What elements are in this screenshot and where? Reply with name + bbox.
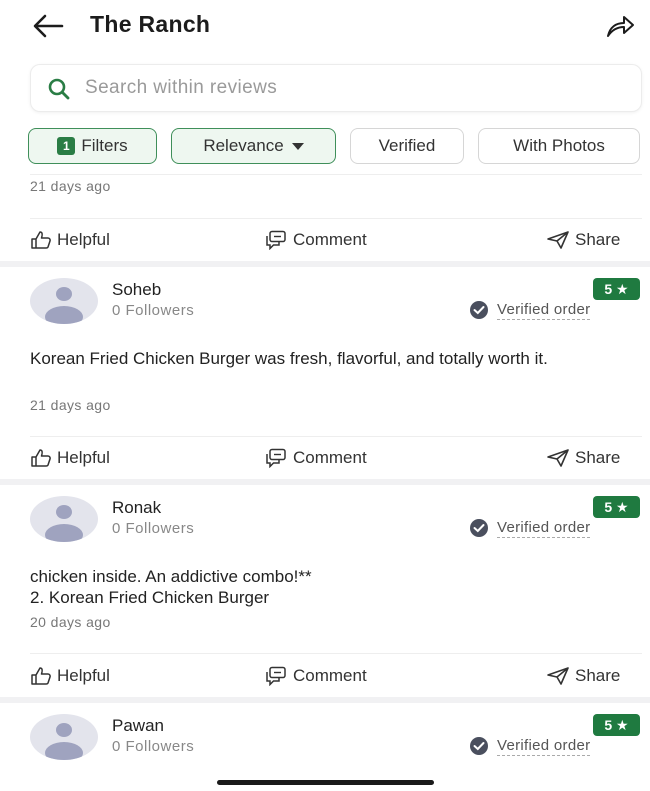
review-time: 21 days ago xyxy=(30,178,111,194)
verified-chip-label: Verified xyxy=(378,136,436,155)
avatar[interactable] xyxy=(30,496,98,542)
reviewer-name[interactable]: Ronak xyxy=(112,498,161,518)
comment-label: Comment xyxy=(293,448,367,467)
page-title: The Ranch xyxy=(90,11,211,37)
arrow-left-icon[interactable] xyxy=(30,12,66,40)
search-bar[interactable] xyxy=(30,64,642,112)
comment-icon xyxy=(266,666,286,686)
avatar[interactable] xyxy=(30,278,98,324)
verified-order-label[interactable]: Verified order xyxy=(469,735,591,757)
review-text: Korean Fried Chicken Burger was fresh, f… xyxy=(30,349,548,368)
follower-count: 0 Followers xyxy=(112,520,195,537)
filters-chip-label: Filters xyxy=(81,136,128,155)
divider xyxy=(30,436,642,437)
comment-icon xyxy=(266,230,286,250)
helpful-button[interactable]: Helpful xyxy=(30,443,110,473)
thumbs-up-icon xyxy=(31,449,51,467)
comment-label: Comment xyxy=(293,666,367,685)
reviewer-name[interactable]: Pawan xyxy=(112,716,164,736)
filters-chip[interactable]: 1 Filters xyxy=(28,128,157,164)
share-forward-icon[interactable] xyxy=(604,10,636,42)
comment-button[interactable]: Comment xyxy=(264,225,367,255)
top-app-bar: The Ranch xyxy=(0,0,650,52)
verified-check-icon xyxy=(470,519,488,537)
section-divider xyxy=(0,261,650,267)
review-actions: Helpful Comment Share xyxy=(0,225,650,255)
reviewer-name[interactable]: Soheb xyxy=(112,280,161,300)
paper-plane-icon xyxy=(547,667,569,685)
comment-button[interactable]: Comment xyxy=(264,661,367,691)
divider xyxy=(30,218,642,219)
share-button[interactable]: Share xyxy=(546,661,620,691)
share-button[interactable]: Share xyxy=(546,443,620,473)
comment-label: Comment xyxy=(293,230,367,249)
divider xyxy=(30,174,642,175)
verified-order-label[interactable]: Verified order xyxy=(469,517,591,539)
review-text-line: chicken inside. An addictive combo!** xyxy=(30,567,312,586)
share-label: Share xyxy=(575,666,621,685)
paper-plane-icon xyxy=(547,449,569,467)
rating-badge: 5 ★ xyxy=(593,714,640,736)
review-text-line: 2. Korean Fried Chicken Burger xyxy=(30,588,270,607)
helpful-label: Helpful xyxy=(57,666,110,685)
search-icon xyxy=(48,78,70,100)
filters-count-badge: 1 xyxy=(57,137,76,155)
home-indicator[interactable] xyxy=(217,780,434,785)
search-input[interactable] xyxy=(85,65,625,111)
review-actions: Helpful Comment Share xyxy=(0,661,650,691)
review-text: chicken inside. An addictive combo!** 2.… xyxy=(30,566,642,608)
divider xyxy=(30,653,642,654)
thumbs-up-icon xyxy=(31,667,51,685)
helpful-button[interactable]: Helpful xyxy=(30,661,110,691)
helpful-button[interactable]: Helpful xyxy=(30,225,110,255)
section-divider xyxy=(0,697,650,703)
helpful-label: Helpful xyxy=(57,230,110,249)
verified-check-icon xyxy=(470,737,488,755)
review-actions: Helpful Comment Share xyxy=(0,443,650,473)
relevance-chip-label: Relevance xyxy=(203,136,284,155)
section-divider xyxy=(0,479,650,485)
relevance-chip[interactable]: Relevance xyxy=(171,128,336,164)
verified-check-icon xyxy=(470,301,488,319)
rating-badge: 5 ★ xyxy=(593,496,640,518)
caret-down-icon xyxy=(291,142,304,150)
review-time: 20 days ago xyxy=(30,614,111,630)
share-button[interactable]: Share xyxy=(546,225,620,255)
comment-button[interactable]: Comment xyxy=(264,443,367,473)
verified-chip[interactable]: Verified xyxy=(350,128,464,164)
helpful-label: Helpful xyxy=(57,448,110,467)
avatar[interactable] xyxy=(30,714,98,760)
share-label: Share xyxy=(575,230,621,249)
share-label: Share xyxy=(575,448,621,467)
thumbs-up-icon xyxy=(31,231,51,249)
review-time: 21 days ago xyxy=(30,397,111,413)
verified-order-label[interactable]: Verified order xyxy=(469,299,591,321)
rating-badge: 5 ★ xyxy=(593,278,640,300)
with-photos-chip-label: With Photos xyxy=(513,136,605,155)
comment-icon xyxy=(266,448,286,468)
follower-count: 0 Followers xyxy=(112,738,195,755)
with-photos-chip[interactable]: With Photos xyxy=(478,128,640,164)
paper-plane-icon xyxy=(547,231,569,249)
follower-count: 0 Followers xyxy=(112,302,195,319)
